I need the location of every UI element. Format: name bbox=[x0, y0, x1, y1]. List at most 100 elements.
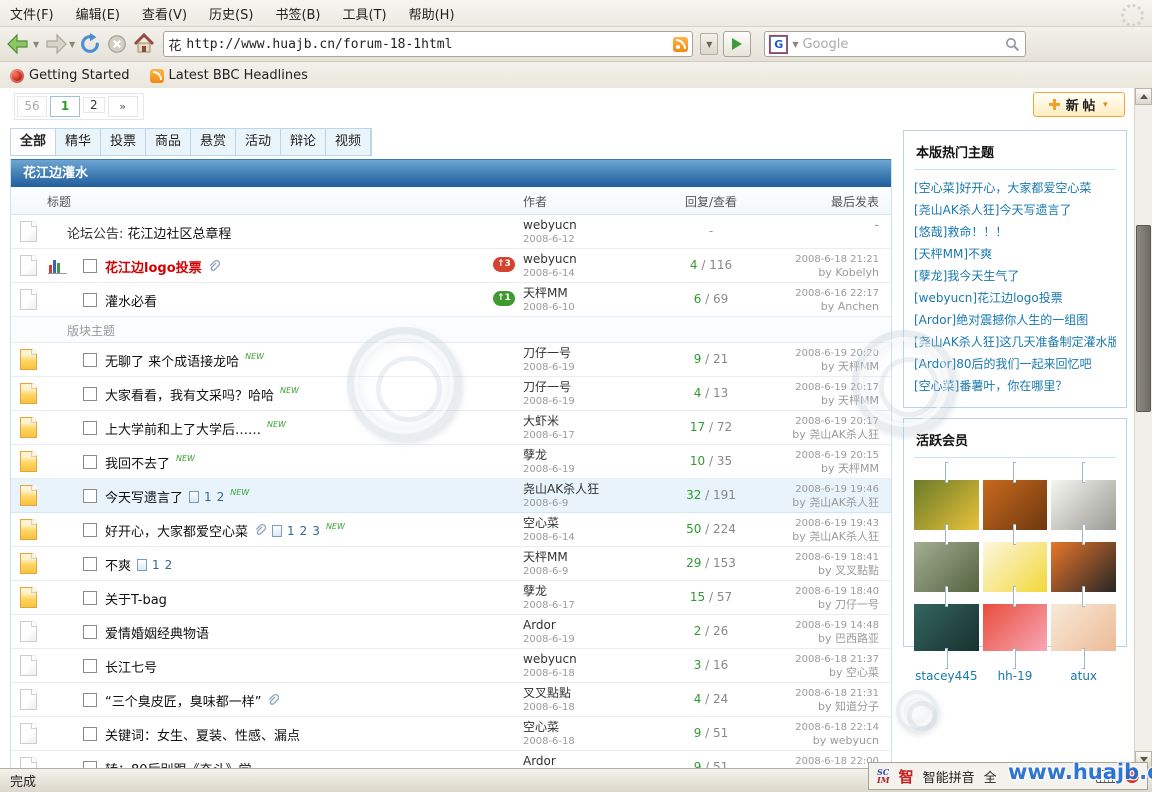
last-poster-link[interactable]: Kobelyh bbox=[835, 266, 879, 279]
last-poster-link[interactable]: 刀仔一号 bbox=[835, 598, 879, 611]
last-poster-link[interactable]: Anchen bbox=[838, 300, 879, 313]
last-poster-link[interactable]: 巴西路亚 bbox=[835, 632, 879, 645]
last-poster-link[interactable]: webyucn bbox=[830, 734, 879, 747]
thread-title-link[interactable]: 花江边logo投票 bbox=[105, 257, 202, 276]
hot-topic-link[interactable]: [孽龙]我今天生气了 bbox=[914, 265, 1116, 287]
hot-topic-link[interactable]: [空心菜]好开心，大家都爱空心菜 bbox=[914, 177, 1116, 199]
last-poster-link[interactable]: 天枰MM bbox=[838, 462, 879, 475]
thread-title-link[interactable]: 花江边社区总章程 bbox=[127, 223, 231, 242]
hot-topic-link[interactable]: [webyucn]花江边logo投票 bbox=[914, 287, 1116, 309]
rss-feed-icon[interactable] bbox=[673, 37, 688, 52]
bookmark-item[interactable]: Getting Started bbox=[10, 68, 130, 83]
author-link[interactable]: Ardor bbox=[523, 619, 575, 632]
back-dropdown-icon[interactable]: ▼ bbox=[33, 40, 39, 49]
thread-page-link[interactable]: 1 bbox=[204, 490, 212, 504]
menu-item[interactable]: 查看(V) bbox=[142, 8, 187, 23]
thread-page-link[interactable]: 2 bbox=[165, 558, 173, 572]
author-link[interactable]: webyucn bbox=[523, 253, 577, 266]
ime-setup-icon[interactable] bbox=[1125, 769, 1139, 783]
thread-checkbox[interactable] bbox=[83, 659, 97, 673]
author-link[interactable]: 天枰MM bbox=[523, 551, 568, 564]
thread-page-links[interactable]: 12 bbox=[137, 558, 172, 572]
address-bar[interactable]: 花 http://www.huajb.cn/forum-18-1html bbox=[163, 31, 693, 57]
keyboard-icon[interactable] bbox=[1096, 770, 1116, 783]
thread-title-link[interactable]: 好开心，大家都爱空心菜 bbox=[105, 521, 248, 540]
menu-item[interactable]: 帮助(H) bbox=[409, 8, 455, 23]
thread-checkbox[interactable] bbox=[83, 727, 97, 741]
thread-page-link[interactable]: 2 bbox=[217, 490, 225, 504]
url-dropdown-button[interactable]: ▼ bbox=[700, 33, 718, 55]
thread-title-link[interactable]: 大家看看，我有文采吗？哈哈 bbox=[105, 385, 274, 404]
thread-page-links[interactable]: 12 bbox=[189, 490, 224, 504]
hot-topic-link[interactable]: [悠哉]救命！！！ bbox=[914, 221, 1116, 243]
new-post-dropdown-icon[interactable]: ▼ bbox=[1101, 100, 1109, 109]
menu-item[interactable]: 工具(T) bbox=[343, 8, 387, 23]
url-text[interactable]: http://www.huajb.cn/forum-18-1html bbox=[186, 37, 668, 52]
reload-button[interactable] bbox=[78, 33, 102, 55]
hot-topic-link[interactable]: [尧山AK杀人狂]今天写遗言了 bbox=[914, 199, 1116, 221]
thread-checkbox[interactable] bbox=[83, 421, 97, 435]
member-avatar[interactable] bbox=[914, 586, 979, 669]
thread-title-link[interactable]: 关于T-bag bbox=[105, 589, 167, 608]
ime-width-toggle[interactable]: 全 bbox=[984, 767, 997, 786]
back-button[interactable]: ▼ bbox=[6, 33, 39, 55]
last-poster-link[interactable]: 天枰MM bbox=[838, 360, 879, 373]
thread-page-link[interactable]: 2 bbox=[300, 524, 308, 538]
member-name-link[interactable]: atux bbox=[1051, 669, 1116, 683]
search-icon[interactable] bbox=[1005, 37, 1020, 52]
thread-checkbox[interactable] bbox=[83, 761, 97, 768]
author-link[interactable]: webyucn bbox=[523, 653, 577, 666]
next-page-button[interactable]: » bbox=[108, 96, 138, 117]
thread-checkbox[interactable] bbox=[83, 387, 97, 401]
hot-topic-link[interactable]: [尧山AK杀人狂]这几天准备制定灌水版 bbox=[914, 331, 1116, 353]
thread-title-link[interactable]: 关键词：女生、夏装、性感、漏点 bbox=[105, 725, 300, 744]
thread-checkbox[interactable] bbox=[83, 259, 97, 273]
thread-checkbox[interactable] bbox=[83, 489, 97, 503]
thread-page-link[interactable]: 1 bbox=[152, 558, 160, 572]
author-link[interactable]: 刀仔一号 bbox=[523, 347, 575, 360]
thread-page-link[interactable]: 3 bbox=[312, 524, 320, 538]
last-poster-link[interactable]: 尧山AK杀人狂 bbox=[809, 428, 879, 441]
hot-topic-link[interactable]: [Ardor]绝对震撼你人生的一组图 bbox=[914, 309, 1116, 331]
member-name-link[interactable]: stacey445 bbox=[914, 669, 979, 683]
thread-page-links[interactable]: 123 bbox=[272, 524, 320, 538]
thread-title-link[interactable]: 无聊了 来个成语接龙哈 bbox=[105, 351, 239, 370]
last-poster-link[interactable]: 空心菜 bbox=[846, 666, 879, 679]
last-poster-link[interactable]: 叉叉點點 bbox=[835, 564, 879, 577]
tab-投票[interactable]: 投票 bbox=[101, 129, 146, 155]
thread-checkbox[interactable] bbox=[83, 455, 97, 469]
author-link[interactable]: 天枰MM bbox=[523, 287, 575, 300]
author-link[interactable]: webyucn bbox=[523, 219, 577, 232]
member-avatar[interactable] bbox=[1051, 586, 1116, 669]
hot-topic-link[interactable]: [天枰MM]不爽 bbox=[914, 243, 1116, 265]
tab-精华[interactable]: 精华 bbox=[56, 129, 101, 155]
new-post-button[interactable]: 新 帖 ▼ bbox=[1033, 92, 1125, 117]
thread-title-link[interactable]: 爱情婚姻经典物语 bbox=[105, 623, 209, 642]
thread-title-link[interactable]: 上大学前和上了大学后…… bbox=[105, 419, 261, 438]
last-poster-link[interactable]: 尧山AK杀人狂 bbox=[809, 496, 879, 509]
thread-title-link[interactable]: 灌水必看 bbox=[105, 291, 157, 310]
thread-checkbox[interactable] bbox=[83, 353, 97, 367]
thread-checkbox[interactable] bbox=[83, 591, 97, 605]
tab-商品[interactable]: 商品 bbox=[146, 129, 191, 155]
menu-item[interactable]: 文件(F) bbox=[10, 8, 54, 23]
ime-name[interactable]: 智能拼音 bbox=[923, 767, 975, 786]
last-poster-link[interactable]: 尧山AK杀人狂 bbox=[809, 530, 879, 543]
menu-item[interactable]: 编辑(E) bbox=[76, 8, 120, 23]
author-link[interactable]: Ardor bbox=[523, 755, 575, 768]
author-link[interactable]: 空心菜 bbox=[523, 517, 575, 530]
author-link[interactable]: 孽龙 bbox=[523, 585, 575, 598]
author-link[interactable]: 叉叉點點 bbox=[523, 687, 575, 700]
engine-dropdown-icon[interactable]: ▼ bbox=[792, 40, 798, 49]
scroll-up-button[interactable] bbox=[1135, 88, 1152, 105]
stop-button[interactable] bbox=[105, 33, 129, 55]
thread-checkbox[interactable] bbox=[83, 557, 97, 571]
thread-title-link[interactable]: 不爽 bbox=[105, 555, 131, 574]
author-link[interactable]: 刀仔一号 bbox=[523, 381, 575, 394]
current-page[interactable]: 1 bbox=[50, 96, 80, 117]
hot-topic-link[interactable]: [Ardor]80后的我们一起来回忆吧 bbox=[914, 353, 1116, 375]
tab-悬赏[interactable]: 悬赏 bbox=[191, 129, 236, 155]
thread-checkbox[interactable] bbox=[83, 625, 97, 639]
ime-mode-icon[interactable]: 智 bbox=[899, 766, 914, 787]
vertical-scrollbar[interactable] bbox=[1134, 88, 1152, 768]
